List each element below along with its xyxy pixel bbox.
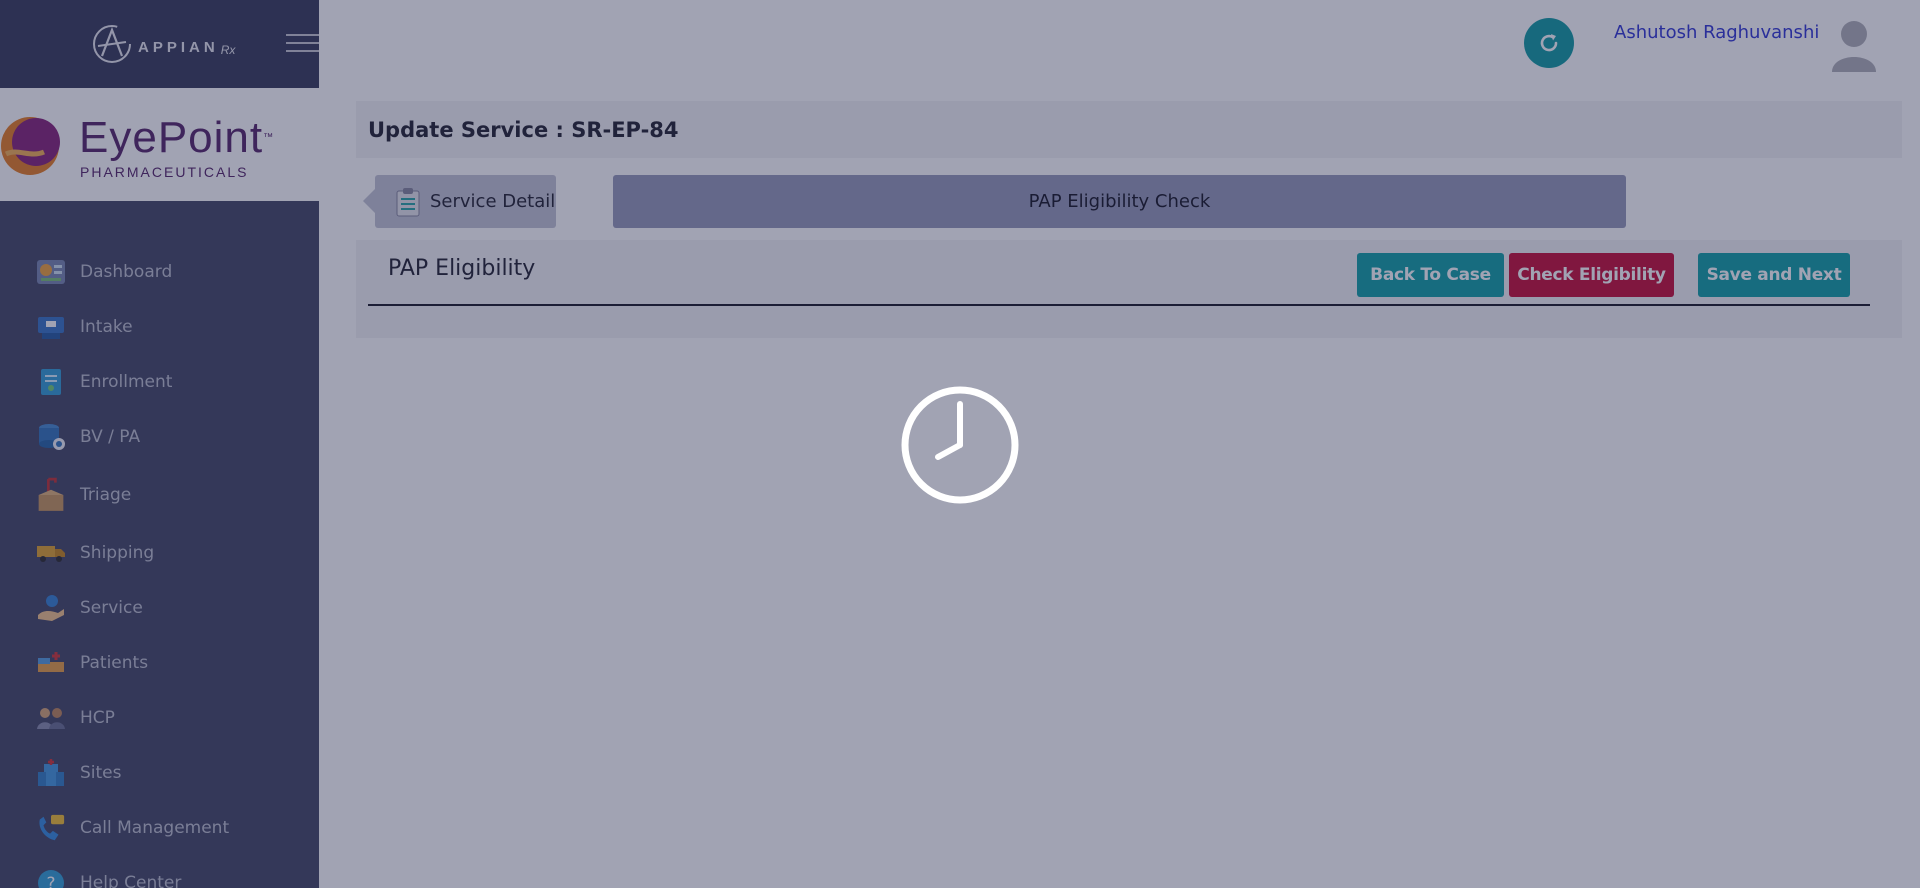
clock-icon	[901, 386, 1019, 504]
loading-overlay	[0, 0, 1920, 888]
